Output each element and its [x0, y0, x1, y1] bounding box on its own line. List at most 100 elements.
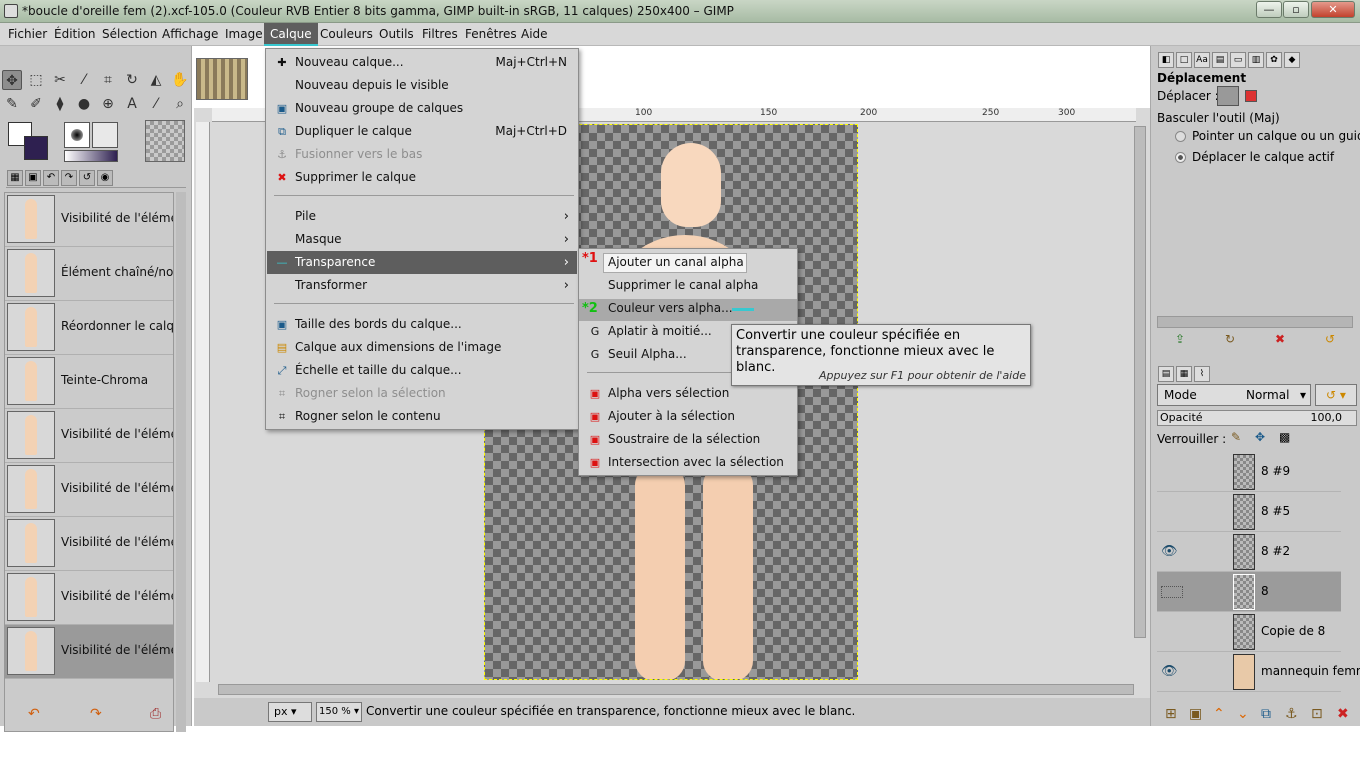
mode-select[interactable]: Mode Normal ▾ [1157, 384, 1311, 406]
menu-item-masque[interactable]: Masque › [267, 228, 577, 251]
image-tab[interactable]: ▭ [1230, 52, 1246, 68]
minimize-button[interactable]: — [1256, 1, 1282, 18]
visibility-eye-icon[interactable]: 👁 [1161, 545, 1183, 558]
menu-outils[interactable]: Outils [373, 23, 420, 46]
move-selection-icon[interactable] [1245, 90, 1257, 102]
menu-item-rogner-selection[interactable]: ⌗ Rogner selon la sélection [267, 382, 577, 405]
zoom-select[interactable]: 150 % ▾ [316, 702, 362, 722]
menu-item-nouveau-calque[interactable]: ✚ Nouveau calque... Maj+Ctrl+N [267, 51, 577, 74]
menu-item-intersection-selection[interactable]: ▣ Intersection avec la sélection [580, 451, 796, 474]
crop-tool-icon[interactable]: ⌗ [98, 70, 118, 90]
menu-edition[interactable]: Édition [48, 23, 102, 46]
fuzzy-select-icon[interactable]: ⁄ [74, 70, 94, 90]
perspective-icon[interactable]: ◭ [146, 70, 166, 90]
gradient-preview[interactable] [64, 150, 118, 162]
menu-affichage[interactable]: Affichage [156, 23, 224, 46]
canvas-horizontal-scrollbar[interactable] [218, 684, 1134, 695]
device-tab[interactable]: □ [1176, 52, 1192, 68]
list-item[interactable]: Visibilité de l'élément [5, 193, 173, 247]
color-picker-icon[interactable]: ⁄ [146, 94, 166, 114]
gradient-tab[interactable]: ▥ [1248, 52, 1264, 68]
menu-item-pile[interactable]: Pile › [267, 205, 577, 228]
menu-item-supprimer-alpha[interactable]: Supprimer le canal alpha [580, 274, 796, 297]
lock-pixels-icon[interactable]: ✎ [1231, 430, 1241, 444]
tool-options-tab[interactable]: ◧ [1158, 52, 1174, 68]
duplicate-layer-icon[interactable]: ⧉ [1261, 706, 1271, 722]
menu-item-transparence[interactable]: — Transparence › [267, 251, 577, 274]
reset-options-icon[interactable]: ↺ [1325, 332, 1335, 346]
list-item[interactable]: Visibilité de l'élément [5, 409, 173, 463]
text-tool-icon[interactable]: A [122, 94, 142, 114]
menu-image[interactable]: Image [219, 23, 269, 46]
list-item[interactable]: Visibilité de l'élément [5, 625, 173, 679]
layers-tab-icon[interactable]: ▦ [7, 170, 23, 186]
menu-item-ajouter-selection[interactable]: ▣ Ajouter à la sélection [580, 405, 796, 428]
option-pick-layer[interactable]: Pointer un calque ou un guide [1175, 129, 1360, 143]
menu-item-fusionner[interactable]: ⚓ Fusionner vers le bas [267, 143, 577, 166]
menu-fichier[interactable]: Fichier [2, 23, 53, 46]
layers-tab[interactable]: ▤ [1158, 366, 1174, 382]
rect-select-icon[interactable]: ⬚ [26, 70, 46, 90]
visibility-toggle[interactable] [1161, 586, 1183, 598]
options-scrollbar[interactable] [1157, 316, 1353, 328]
new-layer-group-icon[interactable]: ▣ [1189, 706, 1202, 722]
image-preview[interactable] [145, 120, 185, 162]
menu-item-soustraire-selection[interactable]: ▣ Soustraire de la sélection [580, 428, 796, 451]
doc-tab[interactable]: ▤ [1212, 52, 1228, 68]
lower-layer-icon[interactable]: ⌄ [1237, 706, 1249, 722]
brush-preview[interactable] [64, 122, 90, 148]
image-tab-icon[interactable]: ◉ [97, 170, 113, 186]
redo-tab-icon[interactable]: ↷ [61, 170, 77, 186]
maximize-button[interactable]: ▫ [1283, 1, 1309, 18]
menu-item-dupliquer[interactable]: ⧉ Dupliquer le calque Maj+Ctrl+D [267, 120, 577, 143]
clear-history-icon[interactable]: ⎙ [150, 706, 161, 722]
menu-item-dimensions-image[interactable]: ▤ Calque aux dimensions de l'image [267, 336, 577, 359]
visibility-eye-icon[interactable]: 👁 [1161, 665, 1183, 678]
move-tool-icon[interactable]: ✥ [2, 70, 22, 90]
layer-row[interactable]: 👁 8 #2 [1157, 532, 1341, 572]
menu-selection[interactable]: Sélection [96, 23, 163, 46]
menu-fenetres[interactable]: Fenêtres [459, 23, 523, 46]
menu-item-echelle[interactable]: ⤢ Échelle et taille du calque... [267, 359, 577, 382]
restore-options-icon[interactable]: ↻ [1225, 332, 1235, 346]
redo-icon[interactable]: ↷ [90, 706, 102, 722]
channels-tab-icon[interactable]: ▣ [25, 170, 41, 186]
composite-mode-select[interactable]: ↺ ▾ [1315, 384, 1357, 406]
list-item[interactable]: Réordonner le calque [5, 301, 173, 355]
lock-position-icon[interactable]: ✥ [1255, 430, 1265, 444]
bucket-fill-icon[interactable]: ⧫ [50, 94, 70, 114]
history-tab-icon[interactable]: ↺ [79, 170, 95, 186]
list-item[interactable]: Teinte-Chroma [5, 355, 173, 409]
layer-row[interactable]: Copie de 8 [1157, 612, 1341, 652]
menu-item-nouveau-visible[interactable]: Nouveau depuis le visible [267, 74, 577, 97]
image-tab-thumbnail[interactable] [196, 58, 248, 100]
menu-item-taille-bords[interactable]: ▣ Taille des bords du calque... [267, 313, 577, 336]
menu-aide[interactable]: Aide [515, 23, 554, 46]
history-scrollbar[interactable] [176, 192, 186, 732]
menu-item-rogner-contenu[interactable]: ⌗ Rogner selon le contenu [267, 405, 577, 428]
pattern-preview[interactable] [92, 122, 118, 148]
menu-couleurs[interactable]: Couleurs [314, 23, 379, 46]
brush-tab[interactable]: ◆ [1284, 52, 1300, 68]
warp-tool-icon[interactable]: ✋ [170, 70, 190, 90]
pencil-icon[interactable]: ✎ [2, 94, 22, 114]
menu-item-nouveau-groupe[interactable]: ▣ Nouveau groupe de calques [267, 97, 577, 120]
menu-filtres[interactable]: Filtres [416, 23, 464, 46]
delete-layer-icon[interactable]: ✖ [1337, 706, 1349, 722]
list-item[interactable]: Élément chaîné/non chaîné [5, 247, 173, 301]
unit-select[interactable]: px ▾ [268, 702, 312, 722]
move-layer-icon[interactable] [1217, 86, 1239, 106]
menu-calque[interactable]: Calque [264, 23, 318, 46]
list-item[interactable]: Visibilité de l'élément [5, 571, 173, 625]
new-layer-icon[interactable]: ⊞ [1165, 706, 1177, 722]
fonts-tab[interactable]: Aa [1194, 52, 1210, 68]
layer-row[interactable]: 8 [1157, 572, 1341, 612]
undo-tab-icon[interactable]: ↶ [43, 170, 59, 186]
menu-item-ajouter-alpha[interactable]: *1 Ajouter un canal alpha [580, 251, 796, 274]
raise-layer-icon[interactable]: ⌃ [1213, 706, 1225, 722]
palette-tab[interactable]: ✿ [1266, 52, 1282, 68]
merge-layer-icon[interactable]: ⊡ [1311, 706, 1323, 722]
menu-item-transformer[interactable]: Transformer › [267, 274, 577, 297]
save-options-icon[interactable]: ⇪ [1175, 332, 1185, 346]
close-button[interactable]: ✕ [1311, 1, 1355, 18]
